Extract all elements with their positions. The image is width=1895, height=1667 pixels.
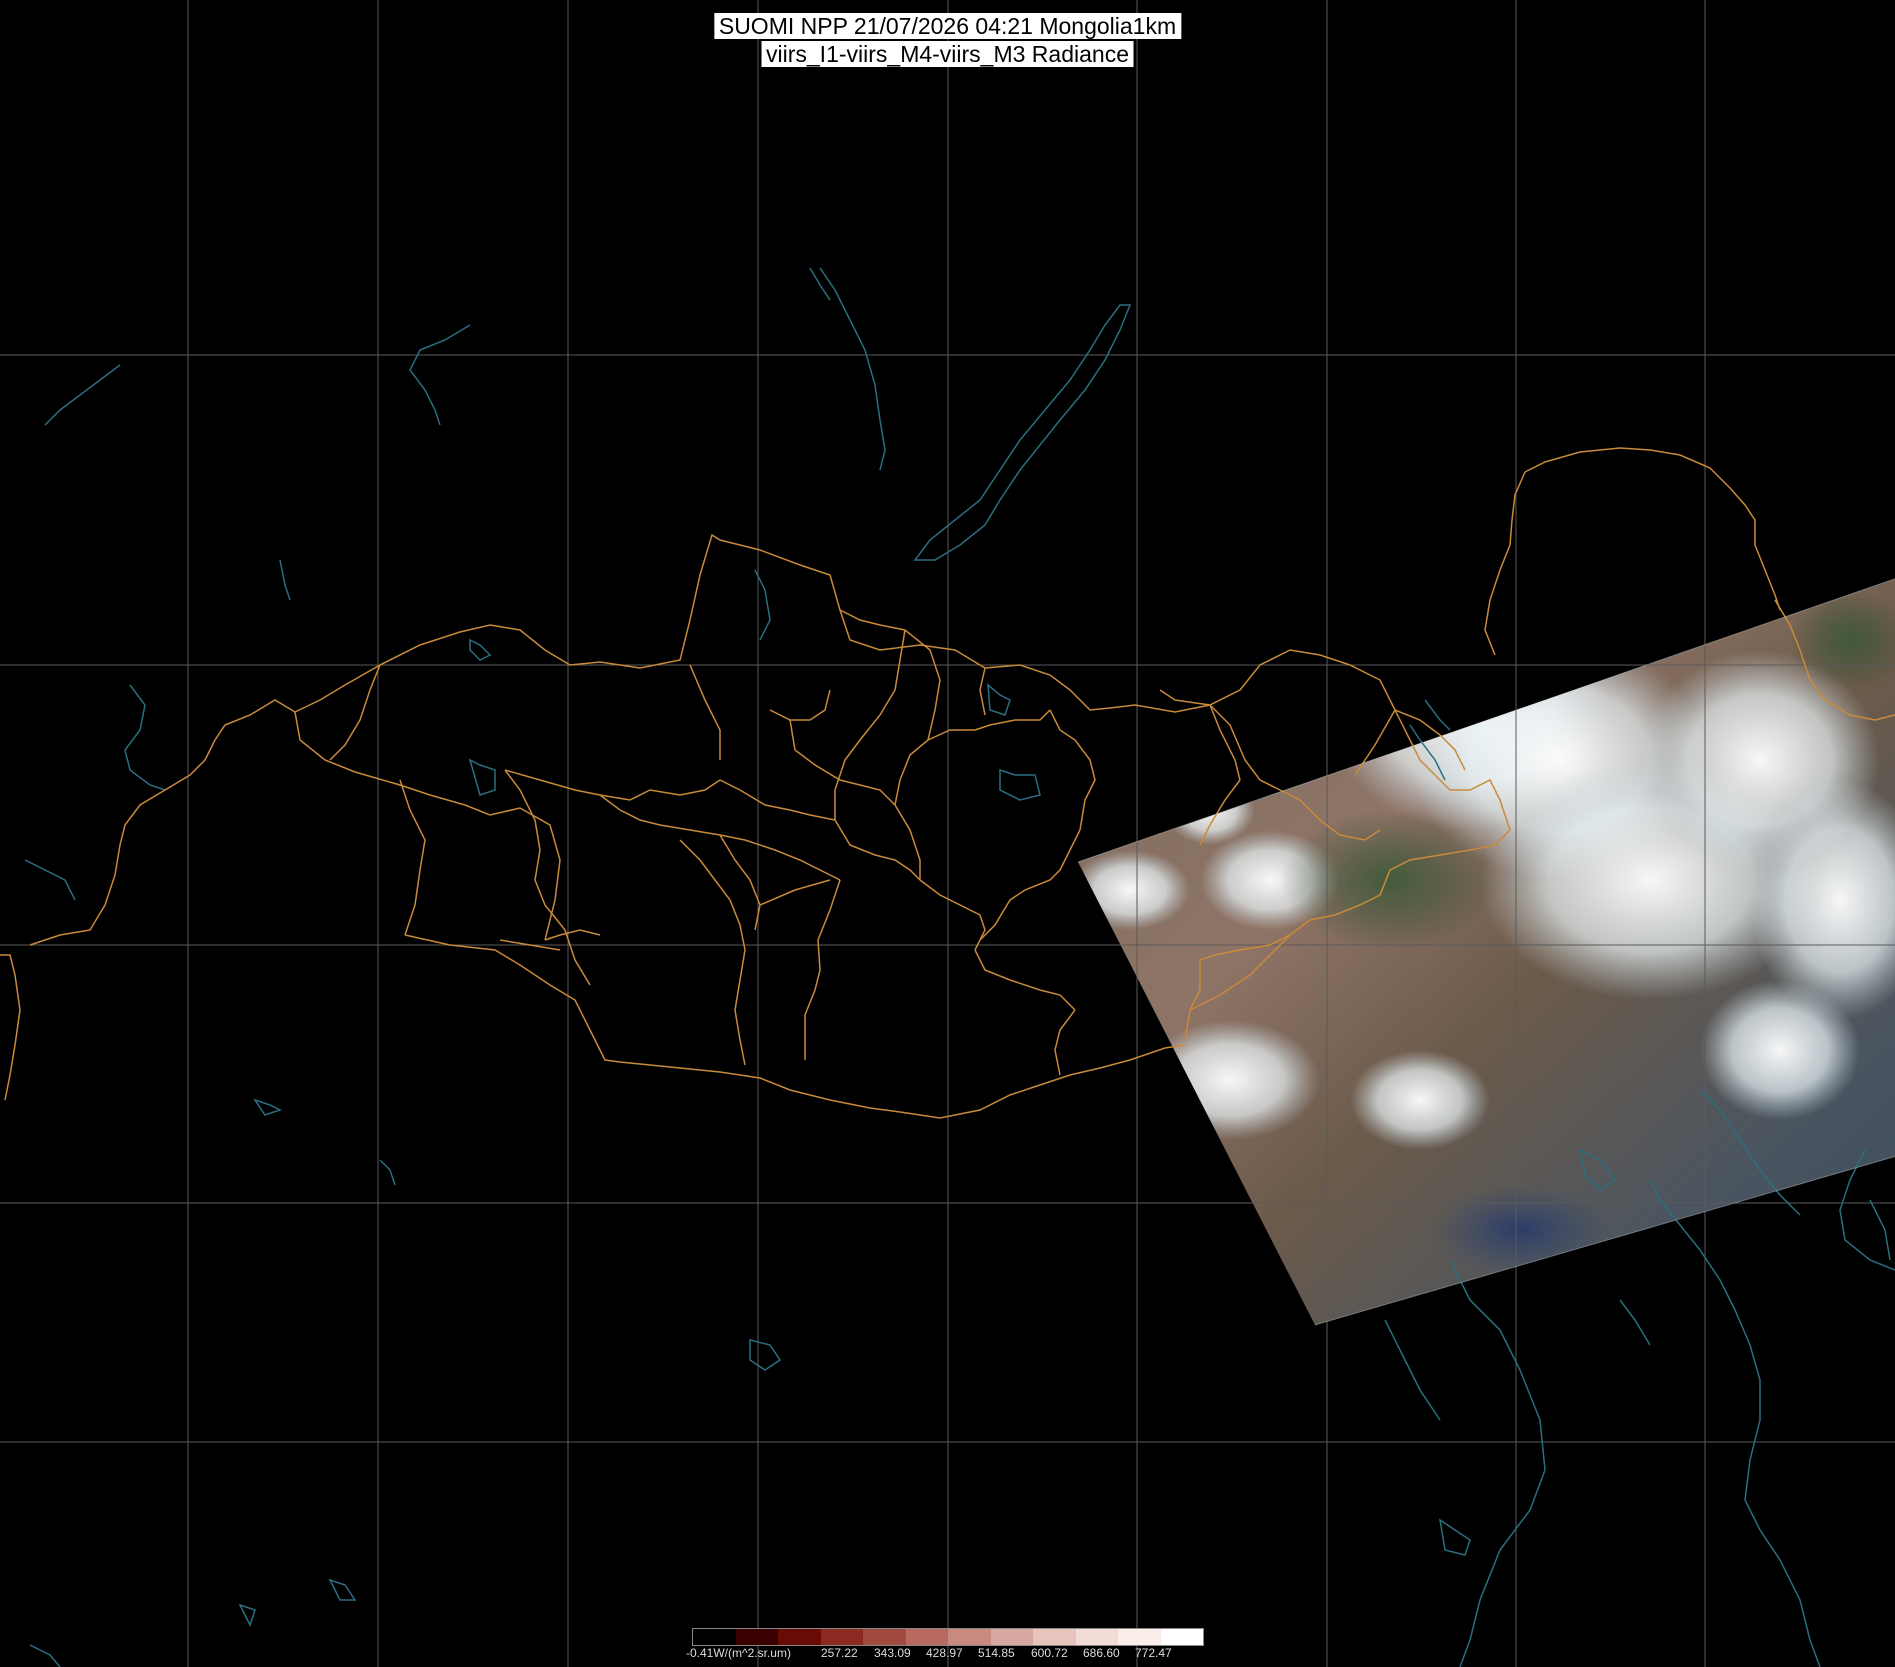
colorbar-tick: 600.72 [1031,1646,1068,1660]
colorbar-segment [1033,1629,1076,1645]
colorbar-tick: 772.47 [1135,1646,1172,1660]
map-title-line2: viirs_I1-viirs_M4-viirs_M3 Radiance [761,41,1134,67]
colorbar-segment [1075,1629,1118,1645]
radiance-colorbar [692,1628,1204,1646]
colorbar-segment [948,1629,991,1645]
colorbar-segment [1118,1629,1161,1645]
colorbar-tick: 514.85 [978,1646,1015,1660]
colorbar-tick: 428.97 [926,1646,963,1660]
map-title-line1: SUOMI NPP 21/07/2026 04:21 Mongolia1km [713,13,1182,39]
colorbar-segment [863,1629,906,1645]
colorbar-tick: 257.22 [821,1646,858,1660]
satellite-map[interactable] [0,0,1895,1667]
colorbar-segment [735,1629,778,1645]
colorbar-segment [905,1629,948,1645]
colorbar-labels: -0.41W/(m^2.sr.um) 257.22 343.09 428.97 … [686,1646,1206,1662]
colorbar-tick: 343.09 [874,1646,911,1660]
colorbar-segment [778,1629,821,1645]
colorbar-segment [990,1629,1033,1645]
colorbar-unit-label: -0.41W/(m^2.sr.um) [686,1646,791,1660]
colorbar-segment [820,1629,863,1645]
colorbar-segment [693,1629,736,1645]
colorbar-tick: 686.60 [1083,1646,1120,1660]
colorbar-segment [1160,1629,1203,1645]
